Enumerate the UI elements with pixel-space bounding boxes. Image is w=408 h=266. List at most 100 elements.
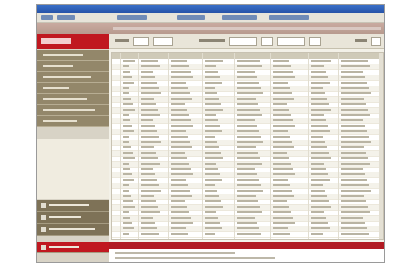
filter-select[interactable] (153, 37, 173, 46)
table-cell (311, 114, 324, 116)
table-cell (171, 60, 187, 62)
table-cell (237, 81, 259, 84)
table-cell (141, 124, 155, 127)
table-cell (205, 65, 216, 68)
table-cell (273, 189, 292, 192)
table-cell (273, 130, 288, 133)
table-cell (273, 232, 290, 235)
table-cell (171, 87, 188, 89)
table-cell (141, 119, 153, 122)
table-cell (141, 65, 160, 68)
table-cell (273, 146, 294, 149)
sidebar-item[interactable] (37, 116, 109, 127)
table-cell (341, 97, 364, 100)
next-page-button[interactable] (371, 37, 381, 46)
table-cell (341, 146, 364, 149)
date-from-input[interactable] (229, 37, 257, 46)
sidebar-lower-item[interactable] (37, 224, 109, 236)
table-cell (123, 92, 129, 95)
table-cell (123, 141, 129, 143)
table-cell (273, 216, 293, 219)
table-cell (273, 178, 288, 181)
table-cell (273, 141, 292, 143)
toolbar-button[interactable] (269, 15, 309, 20)
table-cell (237, 216, 255, 219)
table-cell (273, 60, 289, 62)
table-cell (237, 87, 261, 89)
table-cell (273, 81, 288, 84)
table-cell (171, 168, 191, 170)
brand-logo[interactable] (37, 34, 109, 49)
table-cell (237, 103, 258, 106)
table-cell (237, 227, 259, 230)
date-to-input[interactable] (277, 37, 305, 46)
table-cell (341, 189, 371, 192)
page-indicator (355, 39, 367, 42)
table-cell (141, 195, 154, 197)
filter-select[interactable] (133, 37, 149, 46)
table-cell (123, 178, 134, 181)
table-cell (171, 227, 186, 230)
table-cell (171, 189, 190, 192)
table-cell (341, 227, 367, 230)
table-cell (141, 216, 153, 219)
table-cell (273, 205, 289, 208)
logo-mark (41, 38, 71, 44)
table-cell (341, 92, 371, 95)
sidebar-item[interactable] (37, 61, 109, 72)
table-cell (311, 189, 325, 192)
table-cell (311, 70, 326, 73)
table-cell (237, 184, 261, 187)
table-row[interactable] (112, 232, 383, 238)
table-cell (341, 65, 370, 68)
sidebar-item[interactable] (37, 83, 109, 94)
table-scrollbar[interactable] (379, 53, 383, 239)
table-cell (205, 200, 221, 203)
sidebar-item[interactable] (37, 105, 109, 116)
table-cell (141, 76, 155, 79)
table-cell (311, 222, 328, 224)
table-cell (171, 124, 193, 127)
sidebar-item[interactable] (37, 72, 109, 83)
toolbar-button[interactable] (177, 15, 205, 20)
table-cell (123, 146, 131, 149)
sidebar-item[interactable] (37, 94, 109, 105)
table-cell (341, 211, 370, 214)
table-cell (141, 108, 158, 111)
go-button[interactable] (309, 37, 321, 46)
table-cell (171, 70, 191, 73)
back-button[interactable] (41, 15, 53, 20)
table-cell (341, 168, 363, 170)
table-cell (141, 200, 156, 203)
sidebar-lower-item[interactable] (37, 212, 109, 224)
table-cell (141, 135, 159, 138)
filter-select[interactable] (261, 37, 273, 46)
table-cell (273, 97, 294, 100)
table-cell (205, 92, 217, 95)
table-cell (171, 211, 189, 214)
table-cell (123, 65, 129, 68)
table-cell (171, 135, 188, 138)
table-cell (273, 87, 290, 89)
sidebar-lower-item-active[interactable] (37, 242, 109, 253)
table-cell (123, 216, 130, 219)
toolbar-button[interactable] (222, 15, 257, 20)
table-cell (205, 157, 223, 160)
table-cell (273, 114, 291, 116)
toolbar-button[interactable] (117, 15, 147, 20)
filter-label (115, 39, 129, 42)
table-cell (273, 173, 295, 176)
table-cell (141, 97, 154, 100)
sidebar-item[interactable] (37, 50, 109, 61)
table-cell (237, 141, 263, 143)
table-cell (341, 108, 368, 111)
table-cell (205, 76, 220, 79)
forward-button[interactable] (57, 15, 75, 20)
table-cell (237, 60, 260, 62)
table-cell (171, 173, 193, 176)
table-cell (341, 184, 369, 187)
table-cell (273, 200, 287, 203)
table-cell (311, 60, 331, 62)
sidebar-lower-item[interactable] (37, 200, 109, 212)
table-cell (311, 205, 331, 208)
